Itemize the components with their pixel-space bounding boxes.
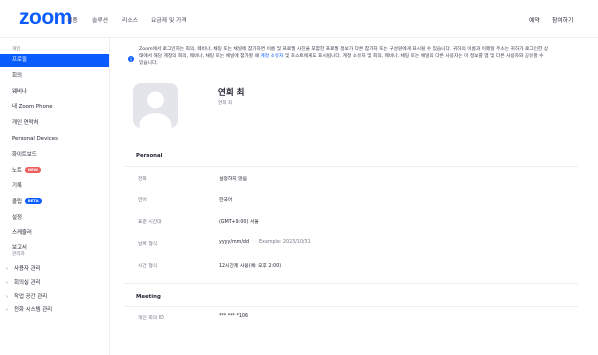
sidebar-item-zoom-phone[interactable]: 내 Zoom Phone [0, 101, 109, 114]
top-navigation-bar: zoom 제품 솔루션 리소스 요금제 및 가격 예약 참여하기 [0, 0, 598, 38]
sidebar-item-phone-system-management[interactable]: › 전화 시스템 관리 [6, 305, 110, 315]
date-format-label: 날짜 형식 [138, 242, 158, 247]
nav-products[interactable]: 제품 [67, 15, 78, 24]
chevron-right-icon: › [6, 307, 8, 313]
nav-pricing[interactable]: 요금제 및 가격 [151, 15, 187, 24]
timezone-label: 표준 시간대 [138, 220, 162, 225]
beta-badge: BETA [24, 198, 42, 204]
chevron-right-icon: › [6, 266, 8, 272]
date-format-value: yyyy/mm/dd Example: 2023/10/31 [219, 240, 311, 245]
zoom-logo[interactable]: zoom [19, 7, 72, 29]
sidebar-section-personal: 개인 [12, 47, 21, 52]
date-format-example: Example: 2023/10/31 [259, 240, 311, 245]
language-value: 한국어 [219, 198, 233, 203]
default-avatar-icon [139, 91, 172, 128]
sidebar-item-scheduler[interactable]: 스케줄러 [0, 227, 109, 240]
personal-meeting-id-label: 개인 회의 ID [138, 316, 164, 321]
meeting-section-title: Meeting [136, 294, 161, 300]
chevron-right-icon: › [6, 294, 8, 300]
profile-subname: 연희 최 [218, 101, 233, 106]
avatar[interactable] [133, 83, 178, 128]
divider [124, 166, 578, 167]
sidebar-item-clips[interactable]: 클립 BETA [0, 196, 109, 209]
language-label: 언어 [138, 198, 147, 203]
sidebar-item-personal-devices[interactable]: Personal Devices [0, 133, 109, 146]
personal-section-title: Personal [136, 153, 163, 159]
timezone-value: (GMT+9:00) 서울 [219, 220, 259, 225]
account-owner-link[interactable]: 계정 소유자 [260, 54, 283, 59]
sidebar-item-whiteboards[interactable]: 화이트보드 [0, 149, 109, 162]
sidebar-item-workspace-management[interactable]: › 작업 공간 관리 [6, 292, 110, 302]
divider [124, 306, 578, 307]
personal-meeting-id-value: *** *** *106 [219, 314, 248, 319]
time-format-value: 12시간제 사용(예: 오후 2:00) [219, 264, 282, 269]
phone-value: 설정하지 않음 [219, 177, 248, 182]
nav-schedule[interactable]: 예약 [529, 15, 540, 24]
nav-resources[interactable]: 리소스 [122, 15, 138, 24]
sidebar-item-label: 노트 [12, 168, 22, 174]
sidebar-item-contacts[interactable]: 개인 연락처 [0, 117, 109, 130]
nav-join[interactable]: 참여하기 [552, 15, 573, 24]
nav-solutions[interactable]: 솔루션 [92, 15, 108, 24]
time-format-label: 시간 형식 [138, 264, 158, 269]
sidebar-item-webinars[interactable]: 웨비나 [0, 86, 109, 99]
sidebar-item-notes[interactable]: 노트 NEW [0, 165, 109, 178]
divider [124, 283, 578, 284]
sidebar: 개인 프로필 회의 웨비나 내 Zoom Phone 개인 연락처 Person… [0, 38, 110, 355]
new-badge: NEW [24, 167, 41, 173]
phone-label: 전화 [138, 177, 147, 182]
sidebar-item-recordings[interactable]: 기록 [0, 180, 109, 193]
sidebar-item-label: 클립 [12, 199, 22, 205]
profile-name: 연희 최 [218, 88, 245, 98]
sidebar-item-profile[interactable]: 프로필 [0, 54, 109, 67]
profile-visibility-notice: Zoom에서 로그인하는 회의, 웨비나, 채팅 또는 채널에 참가하면 이름 … [139, 47, 549, 66]
chevron-right-icon: › [6, 280, 8, 286]
sidebar-item-user-management[interactable]: › 사용자 관리 [6, 264, 110, 274]
sidebar-section-admin: 관리자 [12, 252, 25, 257]
info-icon [128, 56, 134, 62]
sidebar-item-room-management[interactable]: › 회의실 관리 [6, 278, 110, 288]
sidebar-item-settings[interactable]: 설정 [0, 212, 109, 225]
sidebar-item-meetings[interactable]: 회의 [0, 70, 109, 83]
